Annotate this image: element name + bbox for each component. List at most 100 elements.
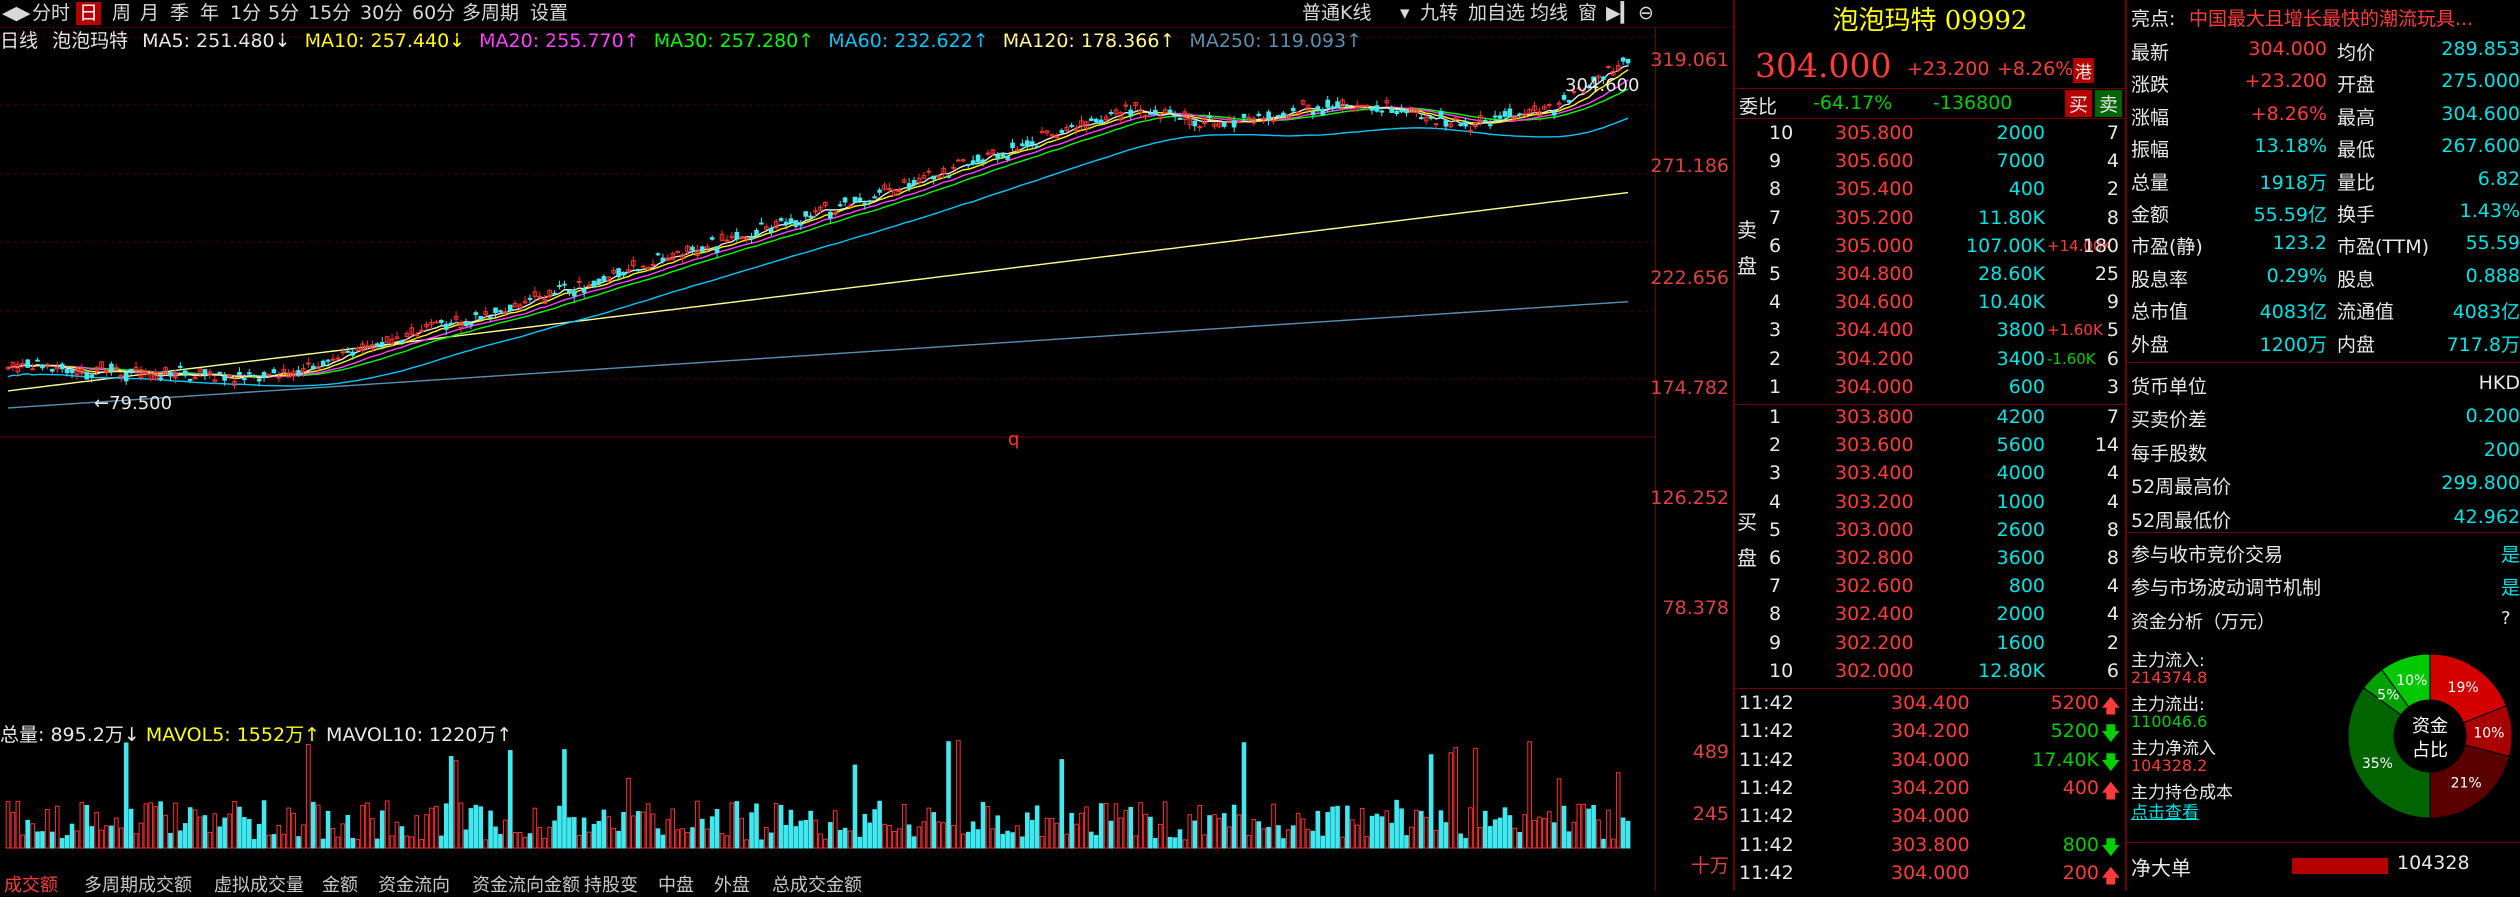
tab-bottom-multi[interactable]: 多周期成交额 <box>84 871 192 897</box>
volume-bar <box>990 828 996 849</box>
candle-body <box>158 377 163 380</box>
tab-period-week[interactable]: 周 <box>112 2 131 25</box>
bid-price[interactable]: 303.600 <box>1835 434 1914 456</box>
kline-type-select[interactable]: 普通K线 <box>1302 2 1371 25</box>
tab-settings[interactable]: 设置 <box>530 2 568 25</box>
stat-label: 最新 <box>2131 42 2170 64</box>
tab-period-5min[interactable]: 5分 <box>268 2 299 25</box>
kline-chart[interactable]: 304.600 ←79.500 q <box>0 27 1655 891</box>
tab-period-year[interactable]: 年 <box>200 2 219 25</box>
volume-tick: 245 <box>1692 803 1729 825</box>
window-button[interactable]: 窗 <box>1578 2 1597 25</box>
tab-bottom-total[interactable]: 总成交金额 <box>772 871 862 897</box>
forward-icon[interactable]: ▶ <box>16 2 31 25</box>
volume-bar <box>1261 828 1266 849</box>
candle-body <box>596 278 602 285</box>
help-icon[interactable]: ? <box>2501 608 2511 629</box>
volume-bar <box>94 812 99 849</box>
ask-price[interactable]: 305.200 <box>1835 207 1914 229</box>
ask-price[interactable]: 305.000 <box>1835 235 1914 257</box>
back-icon[interactable]: ◀ <box>2 2 17 25</box>
volume-bar <box>1020 836 1025 849</box>
volume-bar <box>1128 806 1134 849</box>
bid-price[interactable]: 303.400 <box>1835 462 1914 484</box>
tab-period-1min[interactable]: 1分 <box>230 2 261 25</box>
tab-period-day[interactable]: 日 <box>76 2 102 25</box>
bid-volume: 1000 <box>1996 490 2045 513</box>
bid-price[interactable]: 302.200 <box>1835 632 1914 654</box>
tab-period-30min[interactable]: 30分 <box>360 2 403 25</box>
tab-bottom-outer[interactable]: 外盘 <box>714 871 750 897</box>
forward-icon[interactable]: ▶▎ <box>1606 2 1635 25</box>
bid-price[interactable]: 302.000 <box>1835 660 1914 682</box>
volume-bar <box>1093 835 1099 849</box>
volume-bar <box>1532 819 1537 849</box>
bid-price[interactable]: 302.800 <box>1835 547 1914 569</box>
tab-period-60min[interactable]: 60分 <box>412 2 455 25</box>
volume-bar <box>335 836 341 849</box>
tab-bottom-flow-amount[interactable]: 资金流向金额 <box>472 871 580 897</box>
tab-multi-period[interactable]: 多周期 <box>462 2 519 25</box>
ask-price[interactable]: 304.000 <box>1835 376 1914 398</box>
volume-bar <box>493 826 498 849</box>
buy-button[interactable]: 买 <box>2065 90 2093 117</box>
chevron-down-icon[interactable]: ▾ <box>1400 2 1410 25</box>
tab-bottom-holding[interactable]: 持股变 <box>584 871 638 897</box>
bid-price[interactable]: 302.400 <box>1835 603 1914 625</box>
ask-price[interactable]: 304.400 <box>1835 319 1914 341</box>
volume-bar <box>301 824 306 849</box>
tab-period-fenshi[interactable]: 分时 <box>32 2 70 25</box>
tab-period-month[interactable]: 月 <box>140 2 159 25</box>
tab-bottom-mid[interactable]: 中盘 <box>658 871 694 897</box>
candle-body <box>468 322 474 326</box>
ask-price[interactable]: 304.200 <box>1835 348 1914 370</box>
ask-count: 2 <box>2106 178 2119 201</box>
volume-bar <box>25 819 30 849</box>
price-tick: 319.061 <box>1650 49 1729 71</box>
volume-bar <box>591 823 597 849</box>
bid-price[interactable]: 303.000 <box>1835 519 1914 541</box>
volume-bar <box>1281 838 1286 849</box>
holding-cost-link[interactable]: 点击查看 <box>2131 798 2199 823</box>
tab-period-quarter[interactable]: 季 <box>170 2 189 25</box>
ma-line-button[interactable]: 均线 <box>1530 2 1568 25</box>
stat-label: 均价 <box>2337 42 2376 64</box>
ask-price[interactable]: 305.400 <box>1835 178 1914 200</box>
event-marker[interactable]: q <box>1008 429 1019 450</box>
bid-price[interactable]: 303.200 <box>1835 491 1914 513</box>
divider <box>2127 842 2520 843</box>
ask-price[interactable]: 305.800 <box>1835 122 1914 144</box>
volume-bar <box>980 801 986 849</box>
add-watchlist-button[interactable]: 加自选 <box>1468 2 1525 25</box>
candle-body <box>852 196 858 203</box>
bid-price[interactable]: 303.800 <box>1835 406 1914 428</box>
ask-price[interactable]: 305.600 <box>1835 150 1914 172</box>
tick-time: 11:42 <box>1739 805 1794 828</box>
nine-turn-button[interactable]: 九转 <box>1420 2 1458 25</box>
volume-bar <box>867 822 873 849</box>
candle-body <box>1428 116 1434 119</box>
volume-bar <box>1054 822 1060 849</box>
tab-bottom-virtual[interactable]: 虚拟成交量 <box>214 871 304 897</box>
sell-button[interactable]: 卖 <box>2095 90 2123 117</box>
ask-price[interactable]: 304.800 <box>1835 263 1914 285</box>
volume-bar <box>764 826 769 849</box>
candle-body <box>414 334 420 337</box>
candle-body <box>296 370 301 376</box>
bid-price[interactable]: 302.600 <box>1835 575 1914 597</box>
candle-body <box>586 284 592 287</box>
tab-bottom-money[interactable]: 金额 <box>322 871 358 897</box>
tab-bottom-flow[interactable]: 资金流向 <box>378 871 450 897</box>
flag-value: 是 <box>2500 544 2520 566</box>
candle-body <box>995 154 1001 160</box>
highlight-text[interactable]: 中国最大且增长最快的潮流玩具... <box>2189 4 2473 31</box>
period-toolbar: ◀ ▶ 分时 日 周 月 季 年 1分 5分 15分 30分 60分 多周期 设… <box>0 0 1735 28</box>
ask-price[interactable]: 304.600 <box>1835 291 1914 313</box>
tab-period-15min[interactable]: 15分 <box>308 2 351 25</box>
volume-bar <box>901 804 907 849</box>
tab-bottom-amount[interactable]: 成交额 <box>4 871 58 897</box>
volume-bar <box>1064 833 1070 849</box>
weibi-label: 委比 <box>1739 96 1778 118</box>
minus-circle-icon[interactable]: ⊖ <box>1638 2 1654 25</box>
volume-bar <box>168 832 173 849</box>
